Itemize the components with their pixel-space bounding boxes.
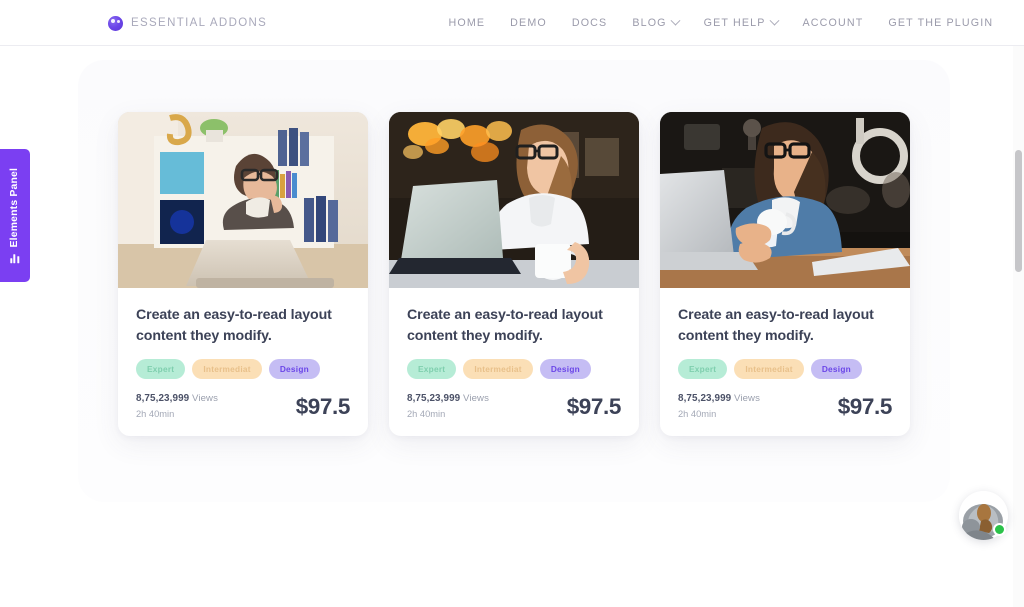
brand-name: ESSENTIAL ADDONS [131, 17, 268, 29]
nav-label: GET THE PLUGIN [888, 17, 994, 29]
page-canvas: Create an easy-to-read layout content th… [0, 46, 1024, 607]
course-card-meta: 8,75,23,999 Views 2h 40min [407, 393, 489, 419]
badge-design[interactable]: Design [539, 359, 591, 379]
course-card-badges: Expert Intermediat Design [678, 359, 892, 379]
chevron-down-icon [769, 15, 779, 26]
nav-label: HOME [448, 17, 486, 29]
site-header: ESSENTIAL ADDONS HOME DEMO DOCS BLOG GET… [0, 0, 1024, 46]
course-card[interactable]: Create an easy-to-read layout content th… [660, 112, 910, 436]
nav-item-demo[interactable]: DEMO [498, 0, 560, 46]
course-card-title: Create an easy-to-read layout content th… [407, 307, 603, 344]
course-card-badges: Expert Intermediat Design [407, 359, 621, 379]
chat-widget[interactable] [959, 491, 1008, 540]
course-duration: 2h 40min [136, 409, 175, 419]
views-count: 8,75,23,999 [407, 393, 461, 404]
online-status-indicator [993, 523, 1006, 536]
course-card-body: Create an easy-to-read layout content th… [389, 288, 639, 436]
course-card-image [660, 112, 910, 288]
course-card-image [118, 112, 368, 288]
nav-label: BLOG [632, 17, 667, 29]
elements-panel-inner: Elements Panel [9, 167, 21, 264]
course-card[interactable]: Create an easy-to-read layout content th… [118, 112, 368, 436]
course-card-footer: 8,75,23,999 Views 2h 40min $97.5 [407, 393, 621, 419]
chevron-down-icon [670, 15, 681, 26]
course-card-badges: Expert Intermediat Design [136, 359, 350, 379]
nav-label: DEMO [510, 17, 547, 29]
course-card-body: Create an easy-to-read layout content th… [660, 288, 910, 436]
badge-expert[interactable]: Expert [678, 359, 728, 379]
course-card-title: Create an easy-to-read layout content th… [136, 307, 332, 344]
views-row: 8,75,23,999 Views [678, 393, 760, 404]
nav-item-get-the-plugin[interactable]: GET THE PLUGIN [876, 0, 1006, 46]
brand-logo[interactable]: ESSENTIAL ADDONS [108, 0, 267, 46]
course-duration: 2h 40min [678, 409, 717, 419]
essential-addons-logo-icon [108, 15, 123, 31]
nav-item-docs[interactable]: DOCS [559, 0, 619, 46]
course-card-meta: 8,75,23,999 Views 2h 40min [136, 393, 218, 419]
views-count: 8,75,23,999 [136, 393, 190, 404]
course-price: $97.5 [295, 393, 351, 419]
nav-label: ACCOUNT [802, 17, 864, 29]
badge-expert[interactable]: Expert [407, 359, 457, 379]
course-card-footer: 8,75,23,999 Views 2h 40min $97.5 [678, 393, 892, 419]
course-card-meta: 8,75,23,999 Views 2h 40min [678, 393, 760, 419]
views-label: Views [463, 393, 489, 404]
badge-intermediate[interactable]: Intermediat [192, 359, 262, 379]
course-duration: 2h 40min [407, 409, 446, 419]
nav-item-blog[interactable]: BLOG [620, 0, 691, 46]
views-label: Views [192, 393, 218, 404]
views-row: 8,75,23,999 Views [407, 393, 489, 404]
badge-intermediate[interactable]: Intermediat [734, 359, 804, 379]
elements-panel-label: Elements Panel [9, 167, 21, 248]
badge-design[interactable]: Design [268, 359, 320, 379]
views-count: 8,75,23,999 [678, 393, 732, 404]
bar-chart-icon [10, 254, 20, 264]
elements-panel-tab[interactable]: Elements Panel [0, 149, 30, 282]
page-scrollbar-track[interactable] [1013, 46, 1024, 607]
badge-expert[interactable]: Expert [136, 359, 186, 379]
course-price: $97.5 [837, 393, 893, 419]
badge-design[interactable]: Design [810, 359, 862, 379]
nav-item-account[interactable]: ACCOUNT [790, 0, 876, 46]
nav-label: DOCS [571, 17, 608, 29]
course-card[interactable]: Create an easy-to-read layout content th… [389, 112, 639, 436]
views-label: Views [734, 393, 760, 404]
badge-intermediate[interactable]: Intermediat [463, 359, 533, 379]
views-row: 8,75,23,999 Views [136, 393, 218, 404]
course-cards-row: Create an easy-to-read layout content th… [118, 112, 910, 436]
course-price: $97.5 [566, 393, 622, 419]
main-navigation: HOME DEMO DOCS BLOG GET HELP ACCOUNT GET… [436, 0, 1006, 46]
course-card-image [389, 112, 639, 288]
nav-item-get-help[interactable]: GET HELP [691, 0, 790, 46]
nav-label: GET HELP [703, 17, 766, 29]
course-card-body: Create an easy-to-read layout content th… [118, 288, 368, 436]
nav-item-home[interactable]: HOME [436, 0, 498, 46]
course-card-title: Create an easy-to-read layout content th… [678, 307, 874, 344]
page-scrollbar-thumb[interactable] [1015, 150, 1022, 272]
course-card-footer: 8,75,23,999 Views 2h 40min $97.5 [136, 393, 350, 419]
